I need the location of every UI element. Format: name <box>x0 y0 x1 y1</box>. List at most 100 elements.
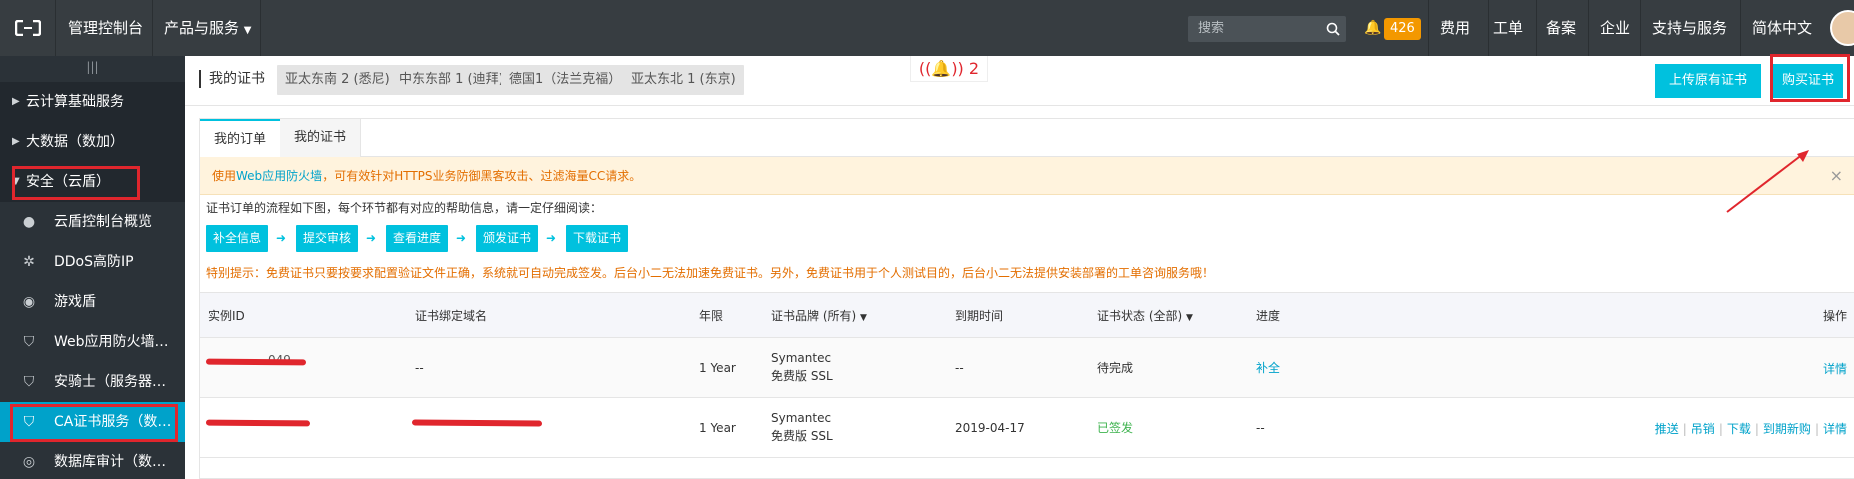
products-label: 产品与服务 <box>164 19 240 37</box>
shield-icon: ⛉ <box>23 334 35 350</box>
sidebar-item-game-shield[interactable]: ◉ 游戏盾 <box>0 282 185 322</box>
domain: -- <box>415 361 424 375</box>
step-view-progress[interactable]: 查看进度 <box>386 225 448 252</box>
step-download-cert[interactable]: 下载证书 <box>566 225 628 252</box>
page-header: 我的证书 亚太东南 2 (悉尼) 中东东部 1 (迪拜) 德国1（法兰克福） 亚… <box>185 54 1854 106</box>
sidebar-category-big-data[interactable]: ▶ 大数据（数加） <box>0 122 185 162</box>
arrow-right-icon: ➜ <box>276 231 287 245</box>
redaction-mark <box>205 419 311 427</box>
arrow-right-icon: ➜ <box>456 231 467 245</box>
revoke-link[interactable]: 吊销 <box>1691 422 1715 436</box>
col-status-filter[interactable]: 证书状态 (全部) ▼ <box>1097 293 1193 339</box>
sidebar-item-waf[interactable]: ⛉ Web应用防火墙（网络... <box>0 322 185 362</box>
dot-icon: ● <box>22 214 36 230</box>
row-actions: 推送 | 吊销 | 下载 | 到期新购 | 详情 <box>1654 422 1847 436</box>
region-tab-frankfurt[interactable]: 德国1（法兰克福） <box>501 65 630 95</box>
close-icon[interactable]: × <box>1830 157 1843 195</box>
caret-down-icon: ▼ <box>1186 313 1193 323</box>
region-tab-sydney[interactable]: 亚太东南 2 (悉尼) <box>277 65 398 95</box>
sidebar-category-cloud-basics[interactable]: ▶ 云计算基础服务 <box>0 82 185 122</box>
col-brand-label: 证书品牌 (所有) <box>771 309 857 323</box>
divider <box>152 0 153 56</box>
col-domain: 证书绑定域名 <box>415 309 488 323</box>
col-expiry: 到期时间 <box>955 309 1004 323</box>
region-tab-tokyo[interactable]: 亚太东北 1 (东京) <box>623 65 744 95</box>
annotation-box <box>10 404 178 442</box>
nav-language[interactable]: 简体中文 <box>1752 0 1812 56</box>
category-label: 大数据（数加） <box>26 134 124 150</box>
col-actions: 操作 <box>1822 309 1847 323</box>
col-brand-filter[interactable]: 证书品牌 (所有) ▼ <box>771 293 867 339</box>
waf-promo-banner: 使用Web应用防火墙，可有效针对HTTPS业务防御黑客攻击、过滤海量CC请求。 … <box>200 157 1854 195</box>
download-link[interactable]: 下载 <box>1727 422 1751 436</box>
expiry: -- <box>955 361 964 375</box>
table-row: 1 Year Symantec 免费版 SSL 2019-04-17 已签发 -… <box>200 398 1854 458</box>
years: 1 Year <box>699 421 736 435</box>
push-link[interactable]: 推送 <box>1655 422 1679 436</box>
status: 待完成 <box>1097 361 1134 375</box>
console-page: 管理控制台 产品与服务 ▼ 搜索 🔔 426 费用 工单 备案 企业 支持与服务… <box>0 0 1854 479</box>
progress: -- <box>1256 421 1265 435</box>
annotation-box <box>12 166 140 200</box>
banner-text: ，可有效针对HTTPS业务防御黑客攻击、过滤海量CC请求。 <box>322 169 642 183</box>
aliyun-logo-icon[interactable] <box>0 0 56 56</box>
col-status-label: 证书状态 (全部) <box>1097 309 1183 323</box>
alert-count: 2 <box>968 59 980 78</box>
caret-down-icon: ▼ <box>243 25 252 36</box>
waf-link[interactable]: Web应用防火墙 <box>236 169 322 183</box>
step-issue-cert[interactable]: 颁发证书 <box>476 225 538 252</box>
nav-enterprise[interactable]: 企业 <box>1600 0 1630 56</box>
sidebar-item-overview[interactable]: ● 云盾控制台概览 <box>0 202 185 242</box>
notification-badge[interactable]: 426 <box>1384 18 1421 40</box>
tab-my-orders[interactable]: 我的订单 <box>200 119 282 158</box>
brand: Symantec <box>771 411 832 425</box>
banner-prefix: 使用 <box>212 169 237 183</box>
sidebar-collapse-handle[interactable]: ||| <box>0 56 185 82</box>
avatar[interactable] <box>1830 10 1854 46</box>
nav-tickets[interactable]: 工单 <box>1493 0 1523 56</box>
sidebar: ||| ▶ 云计算基础服务 ▶ 大数据（数加） ▼ 安全（云盾） ● 云盾控制台概览 ✲… <box>0 56 185 479</box>
divider <box>1588 0 1589 56</box>
details-link[interactable]: 详情 <box>1823 422 1847 436</box>
annotation-box <box>1770 54 1850 102</box>
eye-icon: ◉ <box>22 294 36 310</box>
nav-billing[interactable]: 费用 <box>1440 0 1470 56</box>
details-link[interactable]: 详情 <box>1823 362 1847 376</box>
step-complete-info[interactable]: 补全信息 <box>206 225 268 252</box>
bell-icon[interactable]: 🔔 <box>1364 0 1381 56</box>
sidebar-item-label: 数据库审计（数据安全... <box>54 454 185 470</box>
divider <box>1488 0 1489 56</box>
step-submit-review[interactable]: 提交审核 <box>296 225 358 252</box>
caret-right-icon: ▶ <box>12 136 20 147</box>
console-home-link[interactable]: 管理控制台 <box>68 0 143 56</box>
products-menu[interactable]: 产品与服务 ▼ <box>164 0 252 56</box>
top-navbar: 管理控制台 产品与服务 ▼ 搜索 🔔 426 费用 工单 备案 企业 支持与服务… <box>0 0 1854 56</box>
arrow-right-icon: ➜ <box>546 231 557 245</box>
divider <box>1740 0 1741 56</box>
brand-type: 免费版 SSL <box>771 369 833 383</box>
redaction-mark <box>205 358 307 366</box>
col-instance-id: 实例ID <box>208 309 245 323</box>
main-content: 我的证书 亚太东南 2 (悉尼) 中东东部 1 (迪拜) 德国1（法兰克福） 亚… <box>185 54 1854 479</box>
sidebar-item-db-audit[interactable]: ◎ 数据库审计（数据安全... <box>0 442 185 479</box>
row-actions: 详情 <box>1823 360 1847 377</box>
flow-intro-text: 证书订单的流程如下图，每个环节都有对应的帮助信息，请一定仔细阅读： <box>206 201 603 215</box>
complete-info-link[interactable]: 补全 <box>1256 360 1280 376</box>
divider <box>1640 0 1641 56</box>
renew-link[interactable]: 到期新购 <box>1763 422 1811 436</box>
caret-right-icon: ▶ <box>12 96 20 107</box>
sidebar-item-label: DDoS高防IP <box>54 254 134 270</box>
upload-cert-button[interactable]: 上传原有证书 <box>1655 64 1761 98</box>
tab-my-certs[interactable]: 我的证书 <box>280 119 362 157</box>
col-progress: 进度 <box>1256 309 1281 323</box>
sidebar-item-aegis[interactable]: ⛉ 安骑士（服务器安全） <box>0 362 185 402</box>
nav-support[interactable]: 支持与服务 <box>1652 0 1727 56</box>
nav-icp[interactable]: 备案 <box>1546 0 1576 56</box>
search-icon[interactable] <box>1320 16 1346 42</box>
region-tab-dubai[interactable]: 中东东部 1 (迪拜) <box>391 65 512 95</box>
divider <box>1536 0 1537 56</box>
sidebar-item-ddos[interactable]: ✲ DDoS高防IP <box>0 242 185 282</box>
sidebar-item-label: 云盾控制台概览 <box>54 214 152 230</box>
orders-panel: 我的订单 我的证书 使用Web应用防火墙，可有效针对HTTPS业务防御黑客攻击、… <box>199 118 1854 479</box>
alert-notification[interactable]: ((🔔)) 2 <box>910 56 988 82</box>
